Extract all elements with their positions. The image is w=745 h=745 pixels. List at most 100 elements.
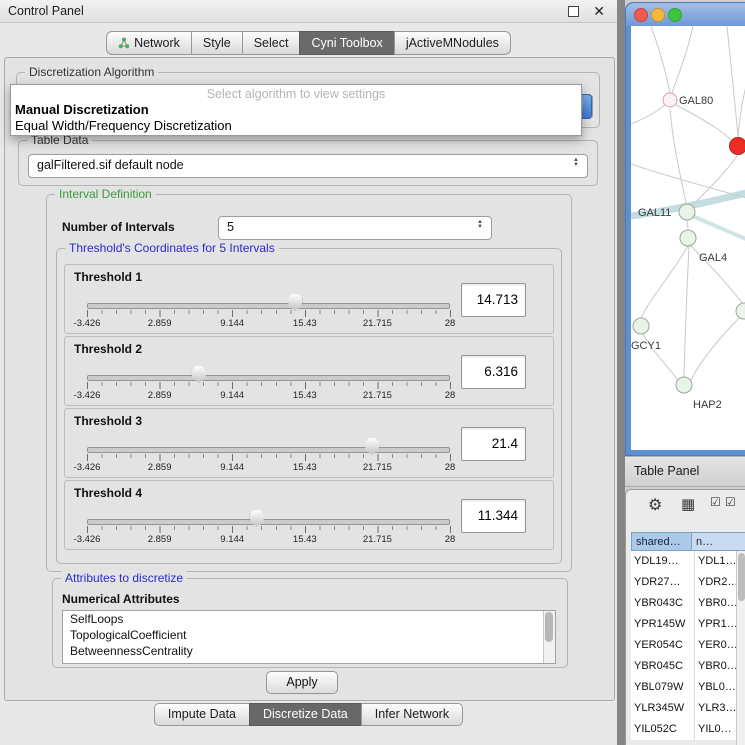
clear-selection-icon[interactable]: ☑ xyxy=(725,495,736,509)
scrollbar-thumb[interactable] xyxy=(545,612,553,642)
table-panel-header[interactable]: Table Panel xyxy=(625,456,745,487)
network-node-selected-red[interactable] xyxy=(730,138,745,155)
cell-shared-name[interactable]: YIL052C xyxy=(631,719,694,740)
slider-track[interactable] xyxy=(87,303,450,309)
slider-track[interactable] xyxy=(87,375,450,381)
tab-network[interactable]: Network xyxy=(106,31,192,55)
node-label: GAL11 xyxy=(638,207,671,219)
threshold-slider[interactable]: -3.4262.8599.14415.4321.71528 xyxy=(87,435,450,475)
slider-track[interactable] xyxy=(87,519,450,525)
tab-impute-data[interactable]: Impute Data xyxy=(154,703,250,726)
cell-shared-name[interactable]: YER054C xyxy=(631,635,694,656)
number-of-intervals-select[interactable]: 5 ▲▼ xyxy=(218,216,492,240)
numerical-attributes-list[interactable]: SelfLoopsTopologicalCoefficientBetweenne… xyxy=(62,610,556,664)
network-canvas[interactable]: GAL80 GAL11 GAL4 GCY1 HAP2 xyxy=(631,26,745,450)
threshold-label: Threshold 4 xyxy=(74,486,142,500)
slider-scale: -3.4262.8599.14415.4321.71528 xyxy=(87,390,450,402)
table-row[interactable]: YBR045CYBR0… xyxy=(631,656,745,677)
network-node-gal11[interactable] xyxy=(679,204,695,220)
column-header-shared-name[interactable]: shared… xyxy=(631,532,692,551)
table-panel-window: ⚙ ▦ ☑ ☑ shared… n… YDL19…YDL1…YDR27…YDR2… xyxy=(625,489,745,745)
network-graph: GAL80 GAL11 GAL4 GCY1 HAP2 xyxy=(631,26,745,450)
cell-shared-name[interactable]: YDL19… xyxy=(631,551,694,572)
algorithm-dropdown-popup: Select algorithm to view settings Manual… xyxy=(10,84,582,136)
cell-shared-name[interactable]: YLR345W xyxy=(631,698,694,719)
tick-label: 28 xyxy=(445,534,456,545)
list-item[interactable]: TopologicalCoefficient xyxy=(63,627,555,643)
list-item[interactable]: SelfLoops xyxy=(63,611,555,627)
threshold-value-field[interactable]: 6.316 xyxy=(461,355,526,389)
tab-label: Network xyxy=(134,32,180,54)
table-row[interactable]: YER054CYER0… xyxy=(631,635,745,656)
close-icon[interactable]: ✕ xyxy=(593,0,605,22)
dropdown-option-equal-width[interactable]: Equal Width/Frequency Discretization xyxy=(15,118,232,133)
zoom-light-icon[interactable] xyxy=(668,8,682,22)
cell-shared-name[interactable]: YBR045C xyxy=(631,656,694,677)
slider-ticks xyxy=(87,382,451,389)
table-row[interactable]: YDR27…YDR2… xyxy=(631,572,745,593)
tab-infer-network[interactable]: Infer Network xyxy=(361,703,463,726)
table-row[interactable]: YBL079WYBL0… xyxy=(631,677,745,698)
tab-jactivemnodules[interactable]: jActiveMNodules xyxy=(394,31,511,55)
tick-label: 2.859 xyxy=(148,462,172,473)
slider-track[interactable] xyxy=(87,447,450,453)
table-row[interactable]: YIL052CYIL0… xyxy=(631,719,745,740)
application-root: Control Panel ✕ Network Style Select Cyn… xyxy=(0,0,745,745)
threshold-slider[interactable]: -3.4262.8599.14415.4321.71528 xyxy=(87,363,450,403)
threshold-2-panel: Threshold 2 -3.4262.8599.14415.4321.7152… xyxy=(64,336,554,406)
selected-value: galFiltered.sif default node xyxy=(37,155,563,176)
list-scrollbar[interactable] xyxy=(543,611,555,663)
threshold-slider[interactable]: -3.4262.8599.14415.4321.71528 xyxy=(87,507,450,547)
scrollbar-thumb[interactable] xyxy=(738,553,745,601)
tab-label: Cyni Toolbox xyxy=(311,32,382,54)
dropdown-placeholder-item[interactable]: Select algorithm to view settings xyxy=(11,87,581,101)
column-header-name[interactable]: n… xyxy=(691,532,745,551)
float-window-icon[interactable] xyxy=(568,6,579,17)
table-row[interactable]: YDL19…YDL1… xyxy=(631,551,745,572)
network-node[interactable] xyxy=(736,303,745,319)
node-label: GAL4 xyxy=(699,252,727,264)
threshold-value-field[interactable]: 14.713 xyxy=(461,283,526,317)
columns-icon[interactable]: ▦ xyxy=(681,495,695,513)
threshold-label: Threshold 3 xyxy=(74,414,142,428)
table-row[interactable]: YPR145WYPR1… xyxy=(631,614,745,635)
tab-select[interactable]: Select xyxy=(242,31,301,55)
slider-ticks xyxy=(87,454,451,461)
tab-cyni-toolbox[interactable]: Cyni Toolbox xyxy=(299,31,394,55)
threshold-slider[interactable]: -3.4262.8599.14415.4321.71528 xyxy=(87,291,450,331)
list-item[interactable]: BetweennessCentrality xyxy=(63,643,555,659)
dropdown-arrows-icon: ▲▼ xyxy=(571,158,581,168)
select-all-icon[interactable]: ☑ xyxy=(710,495,721,509)
cell-shared-name[interactable]: YBR043C xyxy=(631,593,694,614)
group-title: Interval Definition xyxy=(55,187,156,201)
control-panel-titlebar: Control Panel ✕ xyxy=(0,0,617,23)
split-pane-divider[interactable] xyxy=(617,0,625,745)
group-title: Attributes to discretize xyxy=(61,571,187,585)
close-light-icon[interactable] xyxy=(634,8,648,22)
network-node-gal80[interactable] xyxy=(663,93,677,107)
control-panel-window: Control Panel ✕ Network Style Select Cyn… xyxy=(0,0,618,745)
threshold-value-field[interactable]: 21.4 xyxy=(461,427,526,461)
table-row[interactable]: YLR345WYLR3… xyxy=(631,698,745,719)
tab-discretize-data[interactable]: Discretize Data xyxy=(249,703,362,726)
network-node-gal4[interactable] xyxy=(680,230,696,246)
cell-shared-name[interactable]: YPR145W xyxy=(631,614,694,635)
network-window-titlebar[interactable] xyxy=(626,3,745,26)
cell-shared-name[interactable]: YBL079W xyxy=(631,677,694,698)
table-scrollbar[interactable] xyxy=(736,551,745,745)
slider-ticks xyxy=(87,310,451,317)
tab-style[interactable]: Style xyxy=(191,31,243,55)
network-node-gcy1[interactable] xyxy=(633,318,649,334)
network-node-hap2[interactable] xyxy=(676,377,692,393)
table-data-select[interactable]: galFiltered.sif default node ▲▼ xyxy=(28,154,588,178)
tick-label: 21.715 xyxy=(363,462,392,473)
cell-shared-name[interactable]: YDR27… xyxy=(631,572,694,593)
apply-button[interactable]: Apply xyxy=(266,671,338,694)
network-view-window: GAL80 GAL11 GAL4 GCY1 HAP2 xyxy=(625,2,745,456)
dropdown-option-manual-discretization[interactable]: Manual Discretization xyxy=(15,102,149,117)
table-row[interactable]: YBR043CYBR0… xyxy=(631,593,745,614)
tick-label: 2.859 xyxy=(148,318,172,329)
minimize-light-icon[interactable] xyxy=(651,8,665,22)
threshold-value-field[interactable]: 11.344 xyxy=(461,499,526,533)
gear-icon[interactable]: ⚙ xyxy=(648,495,662,515)
